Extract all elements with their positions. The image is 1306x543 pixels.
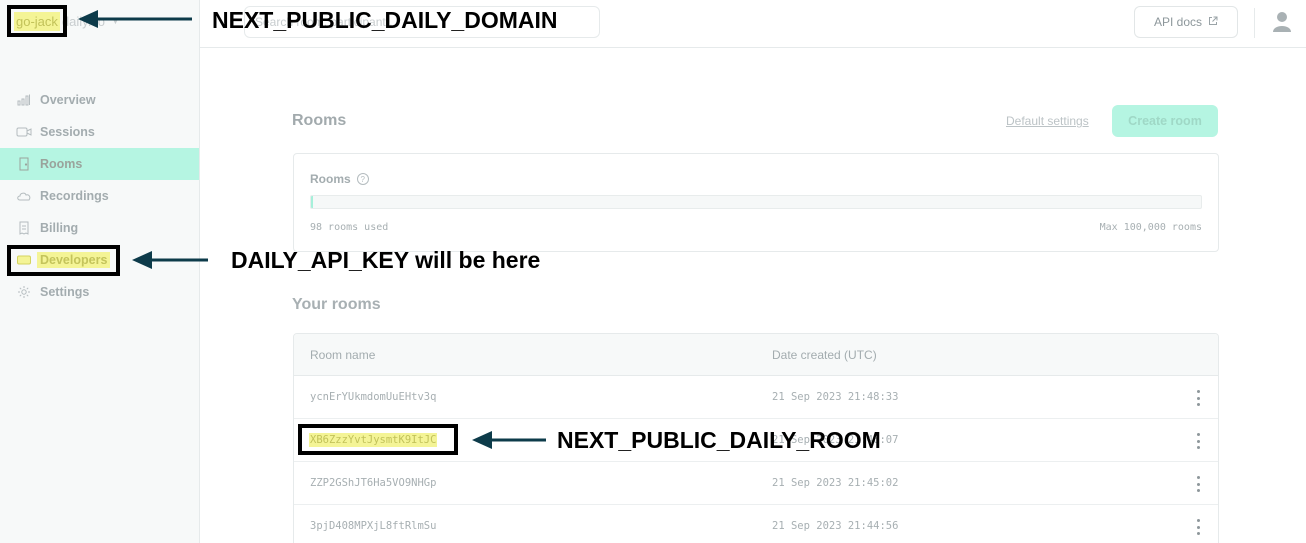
- arrowhead-api-key: [132, 251, 152, 269]
- annotation-api-key: DAILY_API_KEY will be here: [231, 247, 541, 273]
- annotation-room: NEXT_PUBLIC_DAILY_ROOM: [557, 427, 881, 453]
- annotation-domain: NEXT_PUBLIC_DAILY_DOMAIN: [212, 7, 558, 33]
- arrowhead-room: [472, 431, 492, 449]
- annotation-arrows: [78, 10, 546, 449]
- arrowhead-domain: [78, 10, 98, 28]
